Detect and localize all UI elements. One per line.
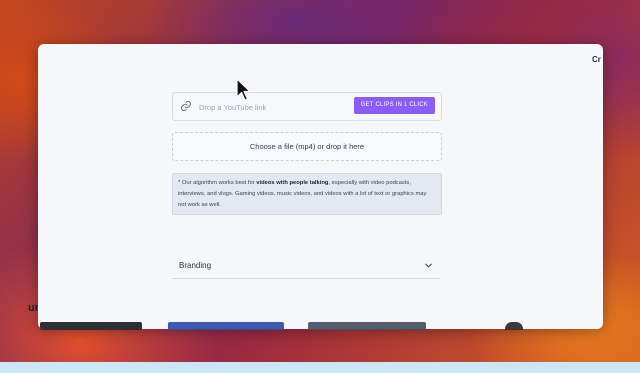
clips-strip <box>38 322 603 329</box>
chevron-down-icon <box>425 263 432 268</box>
header-corner-text[interactable]: Cr <box>592 55 601 64</box>
file-drop-zone[interactable]: Choose a file (mp4) or drop it here <box>172 132 442 161</box>
branding-dropdown[interactable]: Branding <box>172 254 440 279</box>
link-icon <box>181 101 191 111</box>
note-emphasis: videos with people talking <box>256 180 329 186</box>
branding-label: Branding <box>179 261 212 270</box>
cursor-arrow-icon <box>236 78 251 101</box>
clip-thumbnail[interactable] <box>505 322 523 329</box>
clip-thumbnail[interactable] <box>168 322 284 329</box>
clip-thumbnail[interactable] <box>40 322 142 329</box>
note-prefix: * Our algorithm works best for <box>178 180 257 186</box>
taskbar-strip <box>0 362 640 373</box>
youtube-link-field: GET CLIPS IN 1 CLICK <box>172 92 442 121</box>
algorithm-note: * Our algorithm works best for videos wi… <box>172 173 442 215</box>
get-clips-button[interactable]: GET CLIPS IN 1 CLICK <box>353 97 435 114</box>
clip-thumbnail[interactable] <box>308 322 426 329</box>
youtube-link-input[interactable] <box>197 97 351 117</box>
upload-modal: GET CLIPS IN 1 CLICK Choose a file (mp4)… <box>38 44 603 329</box>
